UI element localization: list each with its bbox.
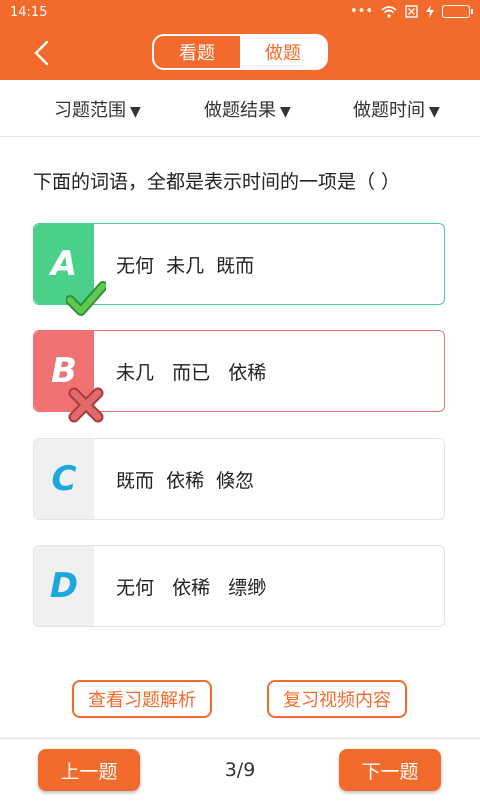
option-c-letter: C — [34, 439, 94, 519]
app-bar: 看题 做题 — [0, 26, 480, 80]
question-panel: 下面的词语，全都是表示时间的一项是（ ） A 无何 未几 既而 B 未几 而已 … — [0, 137, 480, 737]
bottom-nav: 上一题 3/9 下一题 — [0, 738, 480, 801]
wrong-cross-icon — [68, 387, 104, 423]
dropdown-triangle-icon: ▼ — [429, 104, 440, 120]
option-d-text: 无何 依稀 缥缈 — [116, 577, 267, 599]
dropdown-triangle-icon: ▼ — [130, 104, 141, 120]
review-video-button[interactable]: 复习视频内容 — [267, 680, 407, 718]
option-c-text: 既而 依稀 倏忽 — [116, 470, 255, 492]
charging-icon — [426, 5, 434, 18]
correct-check-icon — [66, 281, 106, 316]
option-c[interactable]: C 既而 依稀 倏忽 — [33, 438, 445, 520]
status-icons: ••• — [349, 4, 473, 19]
filter-time[interactable]: 做题时间 ▼ — [353, 96, 440, 122]
filter-result-label: 做题结果 — [204, 100, 276, 121]
more-dots-icon: ••• — [349, 4, 373, 19]
battery-icon — [442, 5, 473, 18]
option-a-text: 无何 未几 既而 — [116, 255, 255, 277]
mode-switch: 看题 做题 — [152, 34, 328, 70]
option-d[interactable]: D 无何 依稀 缥缈 — [33, 545, 445, 627]
filter-time-label: 做题时间 — [353, 100, 425, 121]
option-b-text: 未几 而已 依稀 — [116, 362, 267, 384]
option-a[interactable]: A 无何 未几 既而 — [33, 223, 445, 316]
page-indicator: 3/9 — [224, 759, 256, 781]
prev-question-button[interactable]: 上一题 — [38, 749, 140, 791]
sim-blocked-icon — [405, 5, 418, 18]
dropdown-triangle-icon: ▼ — [280, 104, 291, 120]
filter-result[interactable]: 做题结果 ▼ — [204, 96, 291, 122]
view-analysis-button[interactable]: 查看习题解析 — [72, 680, 212, 718]
status-time: 14:15 — [10, 5, 48, 20]
next-question-button[interactable]: 下一题 — [339, 749, 441, 791]
filter-scope[interactable]: 习题范围 ▼ — [54, 96, 141, 122]
filter-scope-label: 习题范围 — [54, 100, 126, 121]
status-bar: 14:15 ••• — [0, 0, 480, 26]
back-arrow-icon[interactable] — [28, 38, 58, 68]
tab-do-questions[interactable]: 做题 — [240, 36, 326, 68]
option-d-letter: D — [34, 546, 94, 626]
wifi-icon — [381, 5, 397, 18]
option-b[interactable]: B 未几 而已 依稀 — [33, 330, 445, 423]
question-text: 下面的词语，全都是表示时间的一项是（ ） — [33, 171, 401, 193]
filter-bar: 习题范围 ▼ 做题结果 ▼ 做题时间 ▼ — [0, 80, 480, 137]
tab-view-questions[interactable]: 看题 — [154, 36, 240, 68]
